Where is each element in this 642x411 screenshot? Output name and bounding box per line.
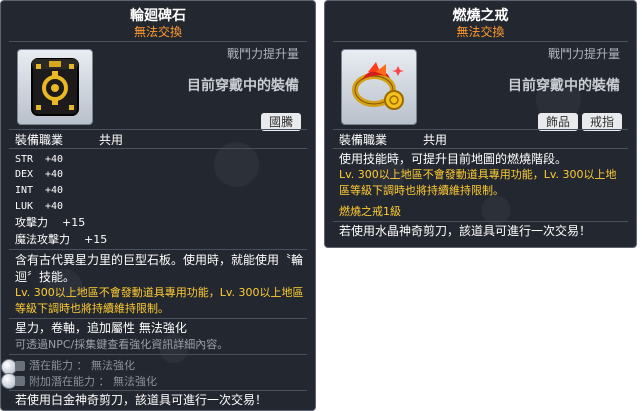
divider: [9, 41, 307, 42]
burning-ring-icon: [352, 62, 404, 110]
divider: [9, 148, 307, 149]
divider: [9, 390, 307, 391]
additional-potential-status: 附加潛在能力 ： 無法強化: [29, 375, 157, 388]
stat-magic-attack: 魔法攻擊力 +15: [15, 233, 108, 246]
job-label: 裝備職業: [339, 133, 388, 147]
trade-footer: 若使用白金神奇剪刀，該道具可進行一次交易！: [15, 393, 268, 407]
potential-status: 潛在能力 ： 無法強化: [29, 359, 135, 372]
lock-icon: [15, 376, 25, 386]
trade-footer: 若使用水晶神奇剪刀，該道具可進行一次交易！: [339, 224, 592, 238]
stat-attack: 攻擊力 +15: [15, 216, 86, 229]
level-restriction-notice: Lv. 300以上地區不會發動道具專用功能，Lv. 300以上地區等級下調時也將…: [339, 168, 617, 197]
lock-icon: [15, 361, 25, 371]
job-value: 共用: [99, 133, 124, 147]
divider: [9, 249, 307, 250]
item-description: 含有古代異星力里的巨型石板。使用時，就能使用〝輪迴〞技能。: [15, 253, 304, 284]
level-restriction-notice: Lv. 300以上地區不會發動道具專用功能，Lv. 300以上地區等級下調時也將…: [15, 286, 304, 315]
stat-str: STR +40: [15, 154, 64, 165]
job-label: 裝備職業: [15, 133, 64, 147]
stat-luk: LUK +40: [15, 201, 64, 212]
item-tooltip-right: 燃燒之戒 無法交換 戰鬥力提升量 目前穿戴中的裝備 飾品 戒指 裝備職業 共用 …: [324, 0, 637, 248]
equipped-status: 目前穿戴中的裝備: [508, 78, 620, 94]
divider: [9, 129, 307, 130]
item-title: 燃燒之戒: [452, 8, 509, 24]
item-title: 輪廻碑石: [130, 8, 186, 24]
combat-power-label: 戰鬥力提升量: [547, 47, 620, 61]
trade-status: 無法交換: [456, 25, 505, 39]
item-icon-frame: [341, 49, 417, 125]
divider: [333, 221, 628, 222]
enhance-flags: 星力，卷軸，追加屬性 無法強化: [15, 321, 187, 335]
divider: [333, 148, 628, 149]
enhance-hint: 可透過NPC/採集鍵查看強化資訊詳細內容。: [15, 338, 229, 351]
item-icon-frame: [17, 49, 93, 125]
equipped-status: 目前穿戴中的裝備: [187, 78, 299, 94]
stat-dex: DEX +40: [15, 169, 64, 180]
divider: [9, 318, 307, 319]
stat-int: INT +40: [15, 185, 64, 196]
trade-status: 無法交換: [133, 25, 182, 39]
item-description: 使用技能時，可提升目前地圖的燃燒階段。: [339, 152, 568, 166]
job-value: 共用: [423, 133, 448, 147]
stone-tablet-icon: [31, 58, 79, 116]
divider: [333, 129, 628, 130]
divider: [333, 41, 628, 42]
ring-level: 燃燒之戒1級: [339, 205, 401, 218]
item-tooltip-left: 輪廻碑石 無法交換 戰鬥力提升量 目前穿戴中的裝備 國騰 裝備職業 共用 STR…: [0, 0, 316, 411]
combat-power-label: 戰鬥力提升量: [226, 47, 299, 61]
divider: [9, 354, 307, 355]
